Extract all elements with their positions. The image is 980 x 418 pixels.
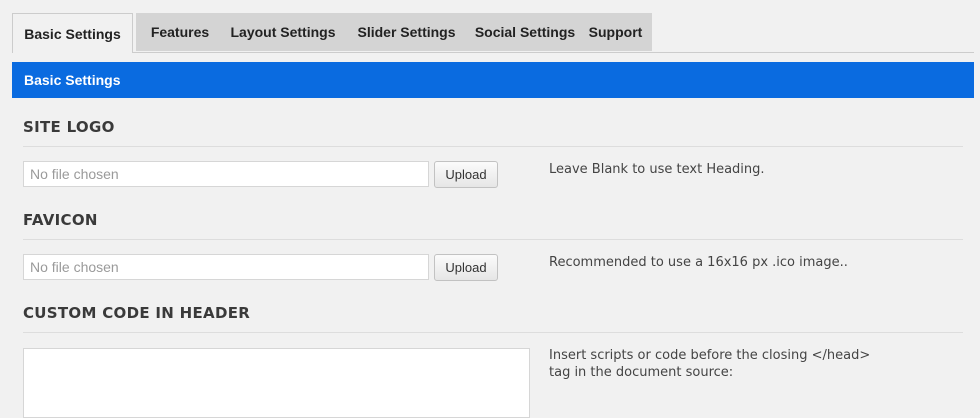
- tab-layout-settings[interactable]: Layout Settings: [217, 13, 349, 51]
- panel-header: Basic Settings: [12, 62, 974, 98]
- custom-code-header-textarea[interactable]: [23, 348, 530, 418]
- tab-basic-settings[interactable]: Basic Settings: [12, 13, 133, 53]
- settings-tabs: Basic Settings Features Layout Settings …: [12, 13, 974, 53]
- site-logo-heading: SITE LOGO: [23, 118, 963, 147]
- custom-code-header-help-text: Insert scripts or code before the closin…: [549, 348, 871, 380]
- favicon-file-field[interactable]: No file chosen: [23, 254, 429, 280]
- favicon-upload-button[interactable]: Upload: [434, 254, 498, 281]
- tab-features[interactable]: Features: [136, 13, 224, 51]
- tab-support[interactable]: Support: [579, 13, 652, 51]
- favicon-heading: FAVICON: [23, 211, 963, 240]
- site-logo-help-text: Leave Blank to use text Heading.: [549, 162, 765, 177]
- panel-title: Basic Settings: [24, 72, 121, 88]
- tab-social-settings[interactable]: Social Settings: [461, 13, 589, 51]
- favicon-file-value: No file chosen: [30, 259, 119, 275]
- site-logo-file-value: No file chosen: [30, 166, 119, 182]
- site-logo-file-field[interactable]: No file chosen: [23, 161, 429, 187]
- favicon-help-text: Recommended to use a 16x16 px .ico image…: [549, 255, 848, 270]
- tab-slider-settings[interactable]: Slider Settings: [342, 13, 471, 51]
- custom-code-header-heading: CUSTOM CODE IN HEADER: [23, 304, 963, 333]
- site-logo-upload-button[interactable]: Upload: [434, 161, 498, 188]
